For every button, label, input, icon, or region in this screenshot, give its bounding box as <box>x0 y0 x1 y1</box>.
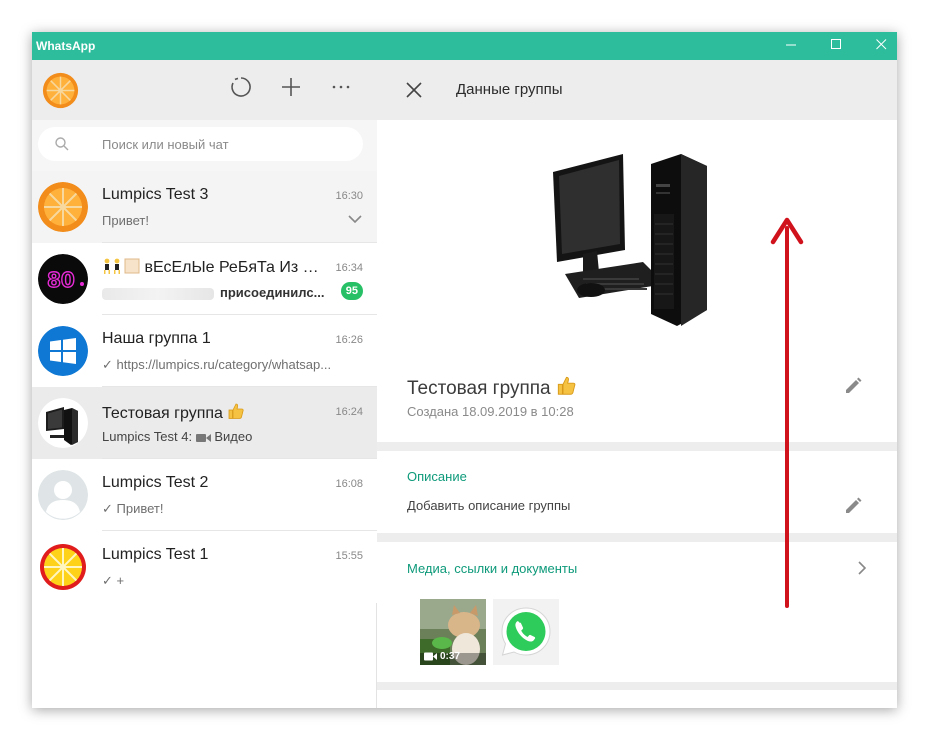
chat-name: вЕсЕлЫе РеБяТа Из 8... <box>102 258 322 277</box>
chat-time: 16:24 <box>335 406 363 418</box>
chat-item-body: Lumpics Test 3 16:30 Привет! <box>102 171 377 243</box>
chat-name: Lumpics Test 2 <box>102 474 209 491</box>
app-title: WhatsApp <box>36 39 96 53</box>
square-emoji-icon <box>124 258 140 274</box>
group-photo[interactable] <box>553 154 713 334</box>
chat-name: Наша группа 1 <box>102 330 211 347</box>
chat-list-panel: Lumpics Test 3 16:30 Привет! 80 вЕсЕлЫе … <box>32 60 377 708</box>
description-title: Описание <box>407 469 467 484</box>
chat-preview: ✓ + <box>102 573 125 588</box>
minimize-icon <box>785 44 796 46</box>
chat-item-body: Тестовая группа 16:24 Lumpics Test 4: Ви… <box>102 387 377 459</box>
group-created-date: Создана 18.09.2019 в 10:28 <box>407 404 574 419</box>
more-dots-icon <box>332 85 350 89</box>
chat-item-testovaya-gruppa[interactable]: Тестовая группа 16:24 Lumpics Test 4: Ви… <box>32 387 377 459</box>
chat-preview: Lumpics Test 4: Видео <box>102 429 352 444</box>
group-info-card: Тестовая группа Создана 18.09.2019 в 10:… <box>377 120 897 442</box>
chat-name: Lumpics Test 3 <box>102 186 209 203</box>
group-info-panel: Данные группы Тестовая группа Создана 18… <box>377 60 897 708</box>
search-icon <box>55 137 69 151</box>
red-up-arrow-annotation <box>770 217 804 608</box>
orange-avatar <box>38 182 88 232</box>
close-icon <box>875 39 886 50</box>
thumbs-up-icon <box>228 403 244 419</box>
chat-time: 15:55 <box>335 550 363 562</box>
chat-preview: Привет! <box>102 213 149 228</box>
maximize-icon <box>830 39 841 49</box>
chat-item-lumpics-test-3[interactable]: Lumpics Test 3 16:30 Привет! <box>32 171 377 243</box>
computer-avatar <box>38 398 88 448</box>
edit-description-pencil-icon[interactable] <box>844 497 862 515</box>
right-header: Данные группы <box>377 60 897 120</box>
chat-name: Lumpics Test 1 <box>102 546 209 563</box>
description-card: Описание Добавить описание группы <box>377 451 897 533</box>
video-duration: 0:37 <box>440 651 461 662</box>
thumbs-up-icon <box>557 376 576 395</box>
chat-name-text: Тестовая группа <box>102 405 223 422</box>
whatsapp-window: WhatsApp Поиск или новый чат Lumpics Tes… <box>32 32 897 708</box>
chat-item-lumpics-test-2[interactable]: Lumpics Test 2 16:08 ✓ Привет! <box>32 459 377 531</box>
chevron-down-icon[interactable] <box>347 211 363 227</box>
maximize-button[interactable] <box>813 32 859 60</box>
windows-avatar <box>38 326 88 376</box>
chat-name-text: вЕсЕлЫе РеБяТа Из 8... <box>144 259 322 276</box>
default-user-avatar <box>38 470 88 520</box>
media-video-thumbnail[interactable]: 0:37 <box>420 599 486 665</box>
chevron-right-icon[interactable] <box>855 560 869 576</box>
more-card <box>377 690 897 708</box>
chat-preview: присоединилс... <box>102 285 352 300</box>
svg-text:80: 80 <box>47 268 75 292</box>
chat-preview-text: присоединилс... <box>220 285 325 300</box>
media-card: Медиа, ссылки и документы 0:37 <box>377 542 897 682</box>
title-bar[interactable]: WhatsApp <box>32 32 897 60</box>
search-box[interactable] <box>38 127 363 161</box>
left-header <box>32 60 377 120</box>
media-title[interactable]: Медиа, ссылки и документы <box>407 561 577 576</box>
blurred-sender <box>102 287 214 300</box>
chat-time: 16:26 <box>335 334 363 346</box>
chat-time: 16:30 <box>335 190 363 202</box>
my-avatar[interactable] <box>42 72 79 109</box>
search-input[interactable] <box>102 135 352 153</box>
media-image-thumbnail[interactable] <box>493 599 559 665</box>
chat-item-body: Наша группа 1 16:26 ✓ https://lumpics.ru… <box>102 315 377 387</box>
dancers-emoji-icon <box>104 258 120 274</box>
close-window-button[interactable] <box>858 32 897 60</box>
new-chat-button[interactable] <box>277 76 305 104</box>
chat-preview-sender: Lumpics Test 4: <box>102 429 193 444</box>
menu-button[interactable] <box>327 76 355 104</box>
lemon-avatar <box>38 542 88 592</box>
chat-item-body: вЕсЕлЫе РеБяТа Из 8... 16:34 присоединил… <box>102 243 377 315</box>
panel-title: Данные группы <box>456 81 563 98</box>
group-name: Тестовая группа <box>407 375 577 400</box>
group-80-avatar: 80 <box>38 254 88 304</box>
chat-item-nasha-gruppa-1[interactable]: Наша группа 1 16:26 ✓ https://lumpics.ru… <box>32 315 377 387</box>
chat-list: Lumpics Test 3 16:30 Привет! 80 вЕсЕлЫе … <box>32 171 377 603</box>
chat-item-veselye-rebyata[interactable]: 80 вЕсЕлЫе РеБяТа Из 8... 16:34 присоеди… <box>32 243 377 315</box>
plus-icon <box>282 78 300 96</box>
video-camera-icon <box>195 434 211 442</box>
search-bar <box>32 120 377 171</box>
chat-time: 16:34 <box>335 262 363 274</box>
chat-time: 16:08 <box>335 478 363 490</box>
status-button[interactable] <box>227 76 255 104</box>
chat-preview-text: Видео <box>214 429 253 444</box>
chat-item-body: Lumpics Test 1 15:55 ✓ + <box>102 531 377 603</box>
close-panel-button[interactable] <box>404 80 424 100</box>
chat-name: Тестовая группа <box>102 402 322 423</box>
unread-badge: 95 <box>340 282 363 300</box>
chat-item-lumpics-test-1[interactable]: Lumpics Test 1 15:55 ✓ + <box>32 531 377 603</box>
minimize-button[interactable] <box>768 32 814 60</box>
chat-preview: ✓ https://lumpics.ru/category/whatsap... <box>102 357 332 372</box>
video-camera-icon <box>424 652 437 661</box>
chat-preview: ✓ Привет! <box>102 501 164 516</box>
edit-name-pencil-icon[interactable] <box>844 377 862 395</box>
add-description-link[interactable]: Добавить описание группы <box>407 498 570 513</box>
status-icon <box>231 77 251 97</box>
group-name-text: Тестовая группа <box>407 378 551 399</box>
whatsapp-logo-icon <box>493 599 559 665</box>
chat-item-body: Lumpics Test 2 16:08 ✓ Привет! <box>102 459 377 531</box>
